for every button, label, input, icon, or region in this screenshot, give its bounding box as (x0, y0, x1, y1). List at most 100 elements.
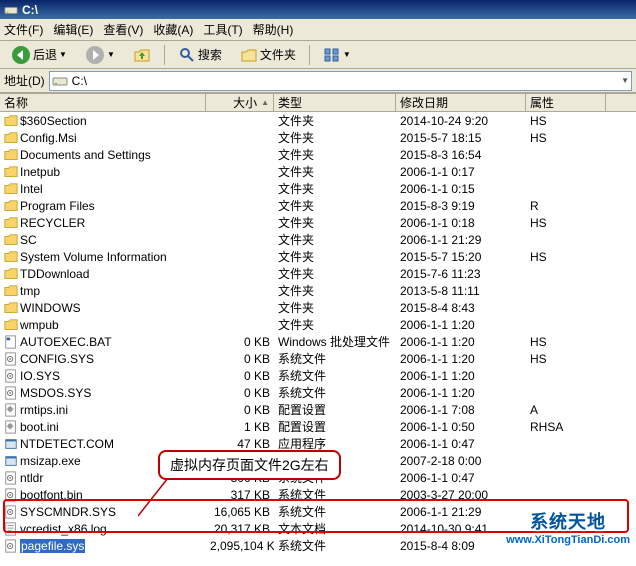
table-row[interactable]: NTDETECT.COM47 KB应用程序2006-1-1 0:47 (0, 435, 636, 452)
titlebar[interactable]: C:\ (0, 0, 636, 19)
table-row[interactable]: Inetpub文件夹2006-1-1 0:17 (0, 163, 636, 180)
folder-icon (4, 165, 18, 179)
address-input-wrap[interactable]: ▼ (49, 71, 632, 91)
file-attr: HS (526, 114, 606, 128)
table-row[interactable]: RECYCLER文件夹2006-1-1 0:18HS (0, 214, 636, 231)
file-size: 16,065 KB (206, 505, 274, 519)
menu-help[interactable]: 帮助(H) (253, 21, 294, 38)
header-date[interactable]: 修改日期 (396, 94, 526, 111)
file-size: 1 KB (206, 420, 274, 434)
exe-icon (4, 437, 18, 451)
address-bar: 地址(D) ▼ (0, 69, 636, 93)
folder-icon (4, 284, 18, 298)
header-type[interactable]: 类型 (274, 94, 396, 111)
file-date: 2006-1-1 21:29 (396, 233, 526, 247)
file-date: 2013-5-8 11:11 (396, 284, 526, 298)
file-type: 文件夹 (274, 248, 396, 265)
table-row[interactable]: rmtips.ini0 KB配置设置2006-1-1 7:08A (0, 401, 636, 418)
file-type: 系统文件 (274, 367, 396, 384)
sys-icon (4, 488, 18, 502)
file-date: 2006-1-1 0:50 (396, 420, 526, 434)
file-name: MSDOS.SYS (20, 386, 91, 400)
table-row[interactable]: CONFIG.SYS0 KB系统文件2006-1-1 1:20HS (0, 350, 636, 367)
file-date: 2014-10-24 9:20 (396, 114, 526, 128)
file-type: 文件夹 (274, 146, 396, 163)
file-date: 2006-1-1 7:08 (396, 403, 526, 417)
table-row[interactable]: Program Files文件夹2015-8-3 9:19R (0, 197, 636, 214)
table-row[interactable]: AUTOEXEC.BAT0 KBWindows 批处理文件2006-1-1 1:… (0, 333, 636, 350)
back-button[interactable]: 后退 ▼ (4, 42, 74, 68)
table-row[interactable]: vcredist_x86.log20,317 KB文本文档2014-10-30 … (0, 520, 636, 537)
file-type: Windows 批处理文件 (274, 333, 396, 350)
table-row[interactable]: System Volume Information文件夹2015-5-7 15:… (0, 248, 636, 265)
file-name: Intel (20, 182, 43, 196)
header-name[interactable]: 名称 (0, 94, 206, 111)
file-attr: RHSA (526, 420, 606, 434)
txt-icon (4, 522, 18, 536)
table-row[interactable]: tmp文件夹2013-5-8 11:11 (0, 282, 636, 299)
folder-icon (4, 216, 18, 230)
table-row[interactable]: SYSCMNDR.SYS16,065 KB系统文件2006-1-1 21:29 (0, 503, 636, 520)
toolbar-separator (164, 45, 165, 65)
table-row[interactable]: ntldr300 KB系统文件2006-1-1 0:47 (0, 469, 636, 486)
table-row[interactable]: Config.Msi文件夹2015-5-7 18:15HS (0, 129, 636, 146)
file-size: 0 KB (206, 386, 274, 400)
up-button[interactable] (126, 43, 158, 67)
folder-icon (4, 199, 18, 213)
header-size[interactable]: 大小▲ (206, 94, 274, 111)
sys-icon (4, 386, 18, 400)
file-date: 2006-1-1 1:20 (396, 369, 526, 383)
back-icon (11, 45, 31, 65)
table-row[interactable]: wmpub文件夹2006-1-1 1:20 (0, 316, 636, 333)
table-row[interactable]: SC文件夹2006-1-1 21:29 (0, 231, 636, 248)
menu-favorites[interactable]: 收藏(A) (153, 21, 193, 38)
file-type: 文件夹 (274, 231, 396, 248)
chevron-down-icon: ▼ (107, 50, 115, 59)
menu-edit[interactable]: 编辑(E) (53, 21, 93, 38)
file-size: 300 KB (206, 471, 274, 485)
file-date: 2006-1-1 1:20 (396, 318, 526, 332)
file-date: 2015-8-3 16:54 (396, 148, 526, 162)
table-row[interactable]: bootfont.bin317 KB系统文件2003-3-27 20:00 (0, 486, 636, 503)
menu-file[interactable]: 文件(F) (4, 21, 43, 38)
chevron-down-icon[interactable]: ▼ (621, 76, 629, 85)
table-row[interactable]: boot.ini1 KB配置设置2006-1-1 0:50RHSA (0, 418, 636, 435)
file-name: bootfont.bin (20, 488, 83, 502)
address-input[interactable] (68, 72, 621, 90)
file-rows[interactable]: $360Section文件夹2014-10-24 9:20HSConfig.Ms… (0, 112, 636, 566)
folder-icon (4, 250, 18, 264)
folders-button[interactable]: 文件夹 (233, 43, 303, 67)
table-row[interactable]: Documents and Settings文件夹2015-8-3 16:54 (0, 146, 636, 163)
file-name: Program Files (20, 199, 95, 213)
exe-icon (4, 454, 18, 468)
file-name: msizap.exe (20, 454, 81, 468)
table-row[interactable]: pagefile.sys2,095,104 KB系统文件2015-8-4 8:0… (0, 537, 636, 554)
folder-icon (4, 182, 18, 196)
menu-view[interactable]: 查看(V) (103, 21, 143, 38)
file-size: 317 KB (206, 488, 274, 502)
search-button[interactable]: 搜索 (171, 43, 229, 67)
table-row[interactable]: Intel文件夹2006-1-1 0:15 (0, 180, 636, 197)
table-row[interactable]: WINDOWS文件夹2015-8-4 8:43 (0, 299, 636, 316)
table-row[interactable]: msizap.exe93 KB应用程序2007-2-18 0:00 (0, 452, 636, 469)
file-attr: HS (526, 216, 606, 230)
chevron-down-icon: ▼ (343, 50, 351, 59)
forward-button[interactable]: ▼ (78, 42, 122, 68)
views-button[interactable]: ▼ (316, 43, 358, 67)
bat-icon (4, 335, 18, 349)
search-icon (178, 46, 196, 64)
file-attr: R (526, 199, 606, 213)
file-date: 2006-1-1 0:47 (396, 437, 526, 451)
table-row[interactable]: MSDOS.SYS0 KB系统文件2006-1-1 1:20 (0, 384, 636, 401)
file-size: 0 KB (206, 352, 274, 366)
table-row[interactable]: IO.SYS0 KB系统文件2006-1-1 1:20 (0, 367, 636, 384)
menu-tools[interactable]: 工具(T) (203, 21, 242, 38)
file-name: CONFIG.SYS (20, 352, 94, 366)
sys-icon (4, 369, 18, 383)
header-attr[interactable]: 属性 (526, 94, 606, 111)
table-row[interactable]: $360Section文件夹2014-10-24 9:20HS (0, 112, 636, 129)
file-type: 文本文档 (274, 520, 396, 537)
file-attr: A (526, 403, 606, 417)
table-row[interactable]: TDDownload文件夹2015-7-6 11:23 (0, 265, 636, 282)
file-type: 系统文件 (274, 503, 396, 520)
